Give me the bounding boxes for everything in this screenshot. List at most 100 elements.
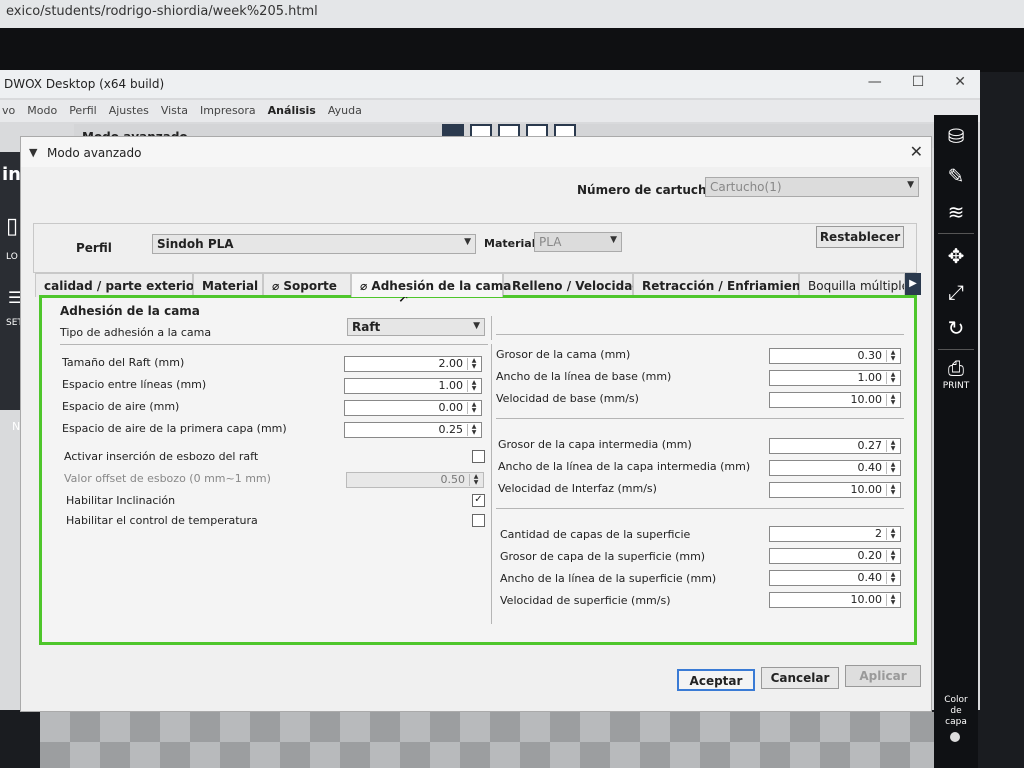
spinner-arrows-icon[interactable]: ▲ ▼ [886, 350, 899, 362]
air-gap-value: 0.00 [438, 401, 464, 414]
cancel-button[interactable]: Cancelar [761, 667, 839, 689]
line-spacing-input[interactable]: 1.00 ▲ ▼ [344, 378, 482, 394]
air-gap-input[interactable]: 0.00 ▲ ▼ [344, 400, 482, 416]
spinner-arrows-icon[interactable]: ▲ ▼ [886, 594, 899, 606]
menu-item-ayuda[interactable]: Ayuda [328, 104, 362, 122]
chevron-down-icon: ▼ [907, 180, 914, 190]
spinner-arrows-icon[interactable]: ▲ ▼ [467, 424, 480, 436]
tilt-label: Habilitar Inclinación [66, 494, 176, 507]
sketch-insert-checkbox[interactable] [472, 450, 485, 463]
profile-select[interactable]: Sindoh PLA ▼ [152, 234, 476, 254]
surface-thickness-input[interactable]: 0.20 ▲ ▼ [769, 548, 901, 564]
surface-layers-label: Cantidad de capas de la superficie [500, 528, 691, 541]
tab-adhesion[interactable]: ⌀ Adhesión de la cama [351, 273, 511, 297]
section-title: Adhesión de la cama [60, 304, 200, 318]
bed-thickness-input[interactable]: 0.30 ▲ ▼ [769, 348, 901, 364]
print-icon[interactable]: ⎙ [942, 355, 970, 381]
tab-soporte[interactable]: ⌀ Soporte [263, 273, 351, 297]
apply-button[interactable]: Aplicar [845, 665, 921, 687]
cylinder-icon[interactable]: ⛁ [942, 123, 970, 149]
surface-line-width-input[interactable]: 0.40 ▲ ▼ [769, 570, 901, 586]
right-hr-3 [496, 508, 904, 509]
close-window-button[interactable]: ✕ [954, 74, 966, 90]
sketch-offset-label: Valor offset de esbozo (0 mm~1 mm) [64, 472, 271, 485]
move-icon[interactable]: ✥ [942, 243, 970, 269]
air-gap-label: Espacio de aire (mm) [62, 400, 180, 413]
surface-layers-input[interactable]: 2 ▲ ▼ [769, 526, 901, 542]
tab-scroll-right-icon[interactable]: ▶ [905, 273, 921, 295]
material-value: PLA [539, 235, 562, 249]
edit-object-icon[interactable]: ✎ [942, 163, 970, 189]
interface-line-width-input[interactable]: 0.40 ▲ ▼ [769, 460, 901, 476]
surface-thickness-value: 0.20 [857, 549, 883, 562]
raft-size-value: 2.00 [438, 357, 464, 370]
sketch-offset-value: 0.50 [440, 473, 466, 486]
first-layer-gap-value: 0.25 [438, 423, 464, 436]
sketch-offset-input[interactable]: 0.50 ▲ ▼ [346, 472, 484, 488]
paperclip-icon: ⌀ [360, 279, 372, 293]
app-title: DWOX Desktop (x64 build) [4, 77, 165, 91]
spinner-arrows-icon[interactable]: ▲ ▼ [467, 358, 480, 370]
spinner-arrows-icon[interactable]: ▲ ▼ [886, 394, 899, 406]
bed-thickness-label: Grosor de la cama (mm) [496, 348, 631, 361]
toolbar-divider-2 [938, 349, 974, 350]
menu-item-modo[interactable]: Modo [27, 104, 57, 122]
menu-item-perfil[interactable]: Perfil [69, 104, 97, 122]
tab-calidad[interactable]: calidad / parte exterior [35, 273, 200, 297]
spinner-arrows-icon[interactable]: ▲ ▼ [886, 462, 899, 474]
base-speed-input[interactable]: 10.00 ▲ ▼ [769, 392, 901, 408]
accept-button[interactable]: Aceptar [677, 669, 755, 691]
right-hr-2 [496, 418, 904, 419]
interface-speed-input[interactable]: 10.00 ▲ ▼ [769, 482, 901, 498]
scale-icon[interactable]: ⤢ [942, 279, 970, 305]
spinner-arrows-icon[interactable]: ▲ ▼ [886, 528, 899, 540]
material-select[interactable]: PLA ▼ [534, 232, 622, 252]
menu-item-vista[interactable]: Vista [161, 104, 188, 122]
app-title-bar: DWOX Desktop (x64 build) — ☐ ✕ [0, 70, 980, 98]
surface-speed-input[interactable]: 10.00 ▲ ▼ [769, 592, 901, 608]
rotate-icon[interactable]: ↻ [942, 315, 970, 341]
spinner-arrows-icon[interactable]: ▲ ▼ [886, 550, 899, 562]
raft-size-input[interactable]: 2.00 ▲ ▼ [344, 356, 482, 372]
cartridge-select[interactable]: Cartucho(1) ▼ [705, 177, 919, 197]
base-line-width-label: Ancho de la línea de base (mm) [496, 370, 672, 383]
color-toggle-dot[interactable] [950, 732, 960, 742]
browser-url-bar[interactable]: exico/students/rodrigo-shiordia/week%205… [0, 0, 1024, 28]
spinner-arrows-icon[interactable]: ▲ ▼ [886, 572, 899, 584]
spinner-arrows-icon[interactable]: ▲ ▼ [886, 484, 899, 496]
column-divider [491, 344, 492, 624]
tab-material[interactable]: Material [193, 273, 263, 297]
menu-item-analisis[interactable]: Análisis [268, 104, 316, 122]
file-icon[interactable]: ▯ [6, 214, 18, 239]
spinner-arrows-icon[interactable]: ▲ ▼ [469, 474, 482, 486]
base-line-width-input[interactable]: 1.00 ▲ ▼ [769, 370, 901, 386]
adhesion-type-select[interactable]: Raft ▼ [347, 318, 485, 336]
tab-relleno[interactable]: Relleno / Velocidad [503, 273, 641, 297]
menu-item-ajustes[interactable]: Ajustes [109, 104, 149, 122]
color-label-2: de [950, 706, 962, 716]
reset-button[interactable]: Restablecer [816, 226, 904, 248]
base-speed-value: 10.00 [850, 393, 883, 406]
adhesion-type-value: Raft [352, 320, 381, 334]
tilt-checkbox[interactable]: ✓ [472, 494, 485, 507]
tab-retraccion[interactable]: Retracción / Enfriamiento [633, 273, 814, 297]
layers-icon[interactable]: ≋ [942, 199, 970, 225]
minimize-button[interactable]: — [868, 74, 882, 90]
maximize-button[interactable]: ☐ [912, 74, 925, 90]
base-speed-label: Velocidad de base (mm/s) [496, 392, 639, 405]
surface-speed-label: Velocidad de superficie (mm/s) [500, 594, 671, 607]
dialog-close-icon[interactable]: ✕ [910, 142, 923, 161]
menu-item-archivo[interactable]: vo [2, 104, 15, 122]
sketch-insert-label: Activar inserción de esbozo del raft [64, 450, 259, 463]
profile-panel: Perfil Sindoh PLA ▼ Material PLA ▼ Resta… [33, 223, 917, 273]
dialog-title: Modo avanzado [47, 146, 142, 160]
spinner-arrows-icon[interactable]: ▲ ▼ [467, 402, 480, 414]
menu-item-impresora[interactable]: Impresora [200, 104, 256, 122]
temp-control-checkbox[interactable] [472, 514, 485, 527]
spinner-arrows-icon[interactable]: ▲ ▼ [886, 372, 899, 384]
spinner-arrows-icon[interactable]: ▲ ▼ [467, 380, 480, 392]
first-layer-gap-input[interactable]: 0.25 ▲ ▼ [344, 422, 482, 438]
spinner-arrows-icon[interactable]: ▲ ▼ [886, 440, 899, 452]
tab-boquilla[interactable]: Boquilla múltiple [799, 273, 905, 297]
interface-thickness-input[interactable]: 0.27 ▲ ▼ [769, 438, 901, 454]
